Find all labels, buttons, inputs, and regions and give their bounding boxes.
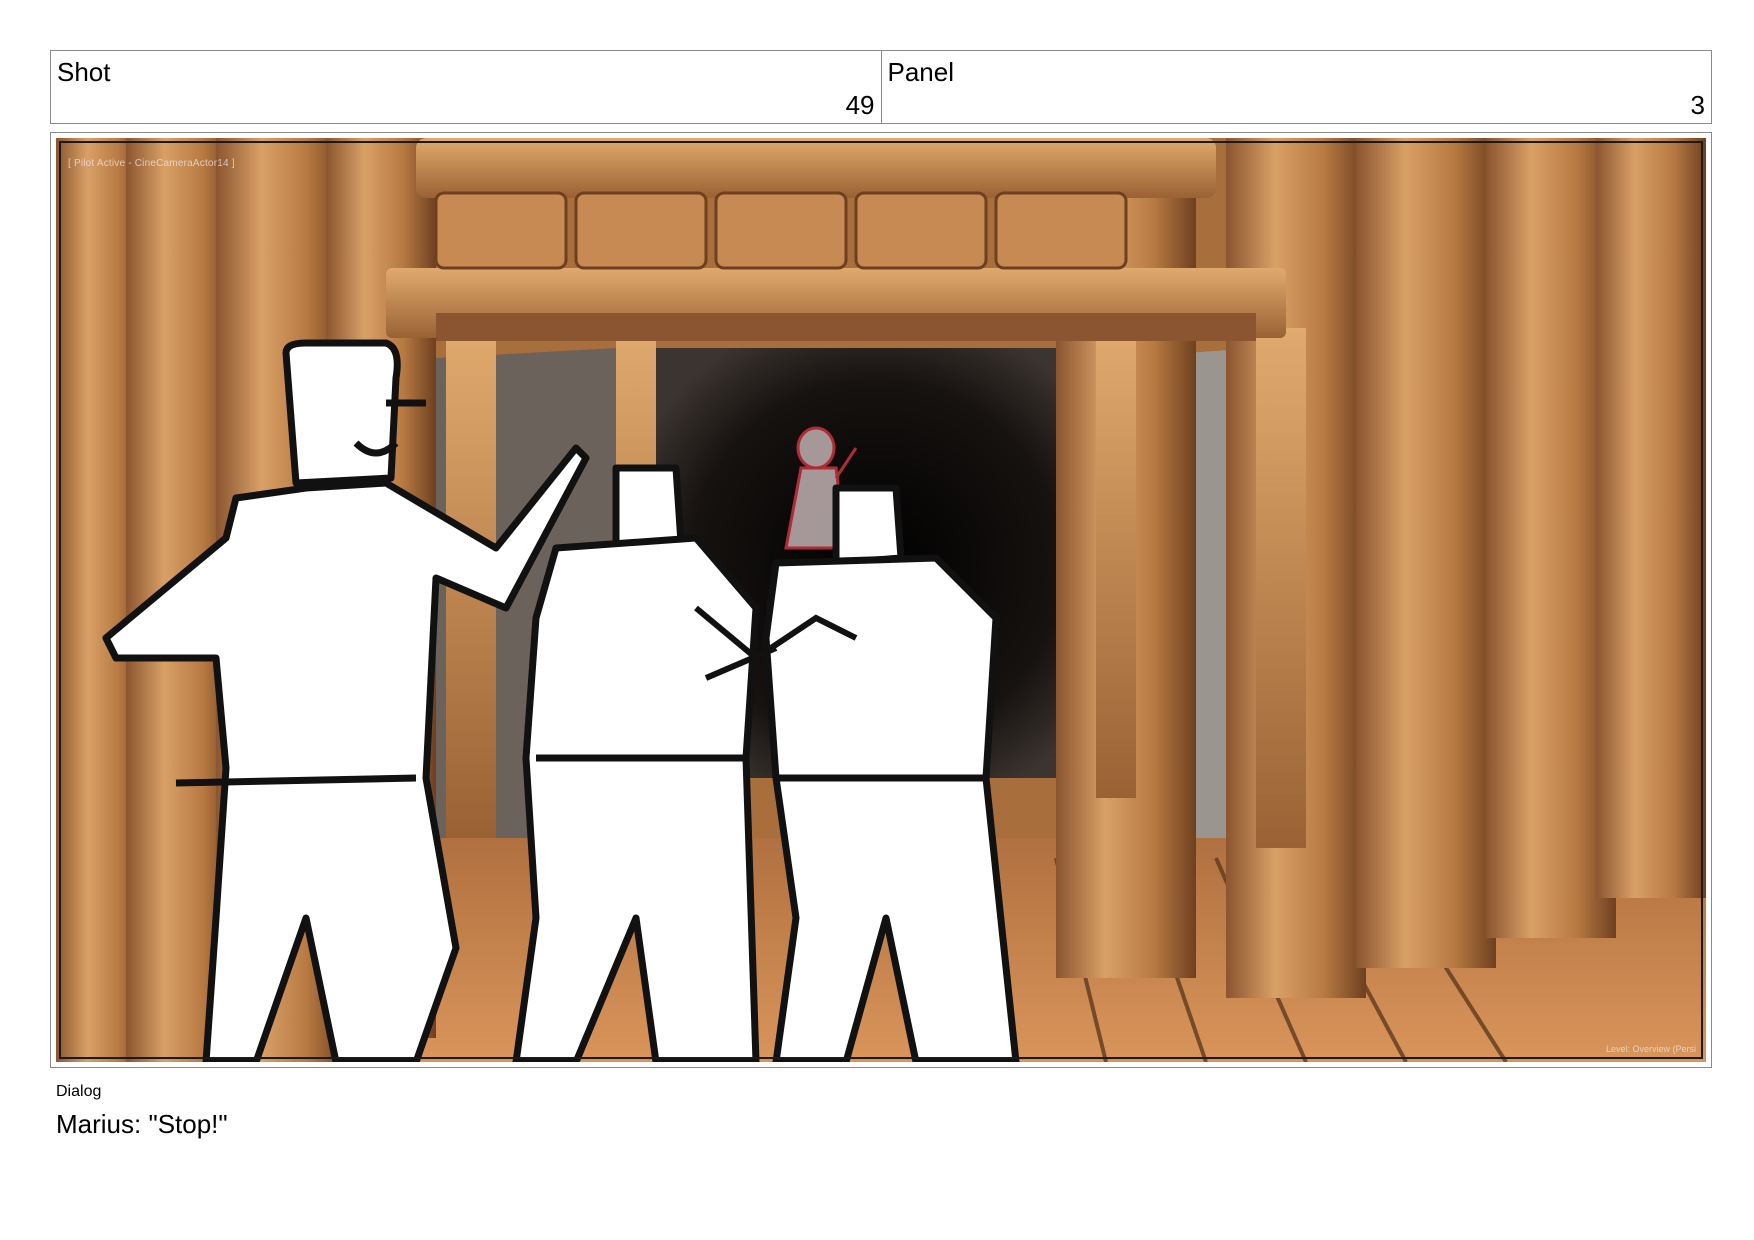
mine-entrance-sketch [56, 138, 1706, 1062]
shot-panel-header: Shot 49 Panel 3 [50, 50, 1712, 124]
shot-number: 49 [845, 90, 875, 120]
panel-label: Panel [887, 57, 955, 87]
storyboard-frame: [ Pilot Active - CineCameraActor14 ] Lev… [50, 132, 1712, 1068]
level-overlay-label: Level: Overview (Persi [1605, 1044, 1696, 1054]
shot-label: Shot [57, 57, 111, 87]
dialog-text: Marius: "Stop!" [56, 1109, 228, 1139]
shot-cell: Shot 49 [51, 51, 881, 123]
panel-cell: Panel 3 [880, 51, 1712, 123]
dialog-label: Dialog [56, 1083, 102, 1100]
storyboard-image: [ Pilot Active - CineCameraActor14 ] Lev… [56, 138, 1706, 1062]
panel-number: 3 [1690, 90, 1705, 120]
camera-overlay-label: [ Pilot Active - CineCameraActor14 ] [68, 158, 235, 169]
